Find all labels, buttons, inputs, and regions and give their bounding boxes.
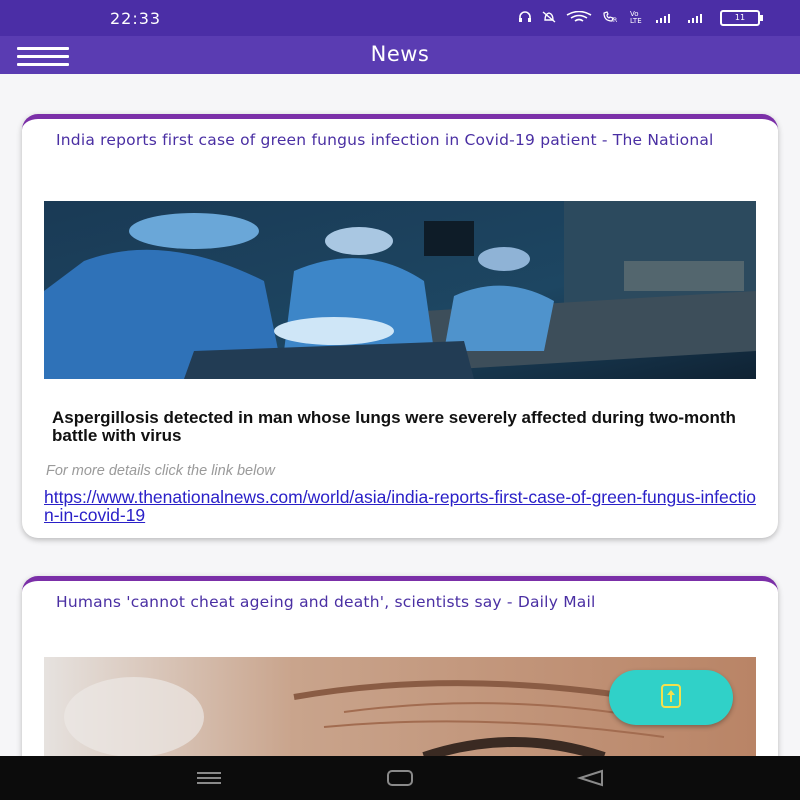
signal-icon bbox=[656, 11, 678, 26]
home-icon[interactable] bbox=[383, 766, 417, 790]
status-bar: 22:33 R Vo LTE 11 bbox=[0, 0, 800, 36]
status-time: 22:33 bbox=[110, 8, 162, 28]
mute-icon bbox=[542, 10, 556, 26]
details-hint: For more details click the link below bbox=[46, 463, 275, 479]
wifi-icon bbox=[566, 10, 592, 26]
news-summary: Aspergillosis detected in man whose lung… bbox=[52, 408, 736, 445]
call-icon: R bbox=[602, 10, 620, 26]
news-feed[interactable]: India reports first case of green fungus… bbox=[0, 74, 800, 756]
battery-icon: 11 bbox=[720, 10, 763, 26]
article-link[interactable]: https://www.thenationalnews.com/world/as… bbox=[44, 488, 756, 524]
news-card[interactable]: India reports first case of green fungus… bbox=[22, 114, 778, 538]
surgeons-operating-image bbox=[44, 201, 756, 379]
news-headline: India reports first case of green fungus… bbox=[56, 131, 714, 149]
scroll-up-button[interactable] bbox=[609, 670, 733, 725]
status-icons: R Vo LTE 11 bbox=[518, 10, 763, 26]
volte-icon: Vo LTE bbox=[630, 10, 642, 25]
scroll-up-icon bbox=[660, 683, 682, 713]
app-bar: News bbox=[0, 36, 800, 74]
system-nav-bar bbox=[0, 756, 800, 800]
headphones-icon bbox=[518, 10, 532, 26]
svg-text:R: R bbox=[613, 17, 617, 23]
signal-icon-2 bbox=[688, 11, 710, 26]
menu-icon[interactable] bbox=[192, 766, 226, 790]
back-icon[interactable] bbox=[574, 766, 608, 790]
page-title: News bbox=[370, 42, 430, 66]
news-headline: Humans 'cannot cheat ageing and death', … bbox=[56, 593, 596, 611]
news-card[interactable]: Humans 'cannot cheat ageing and death', … bbox=[22, 576, 778, 756]
